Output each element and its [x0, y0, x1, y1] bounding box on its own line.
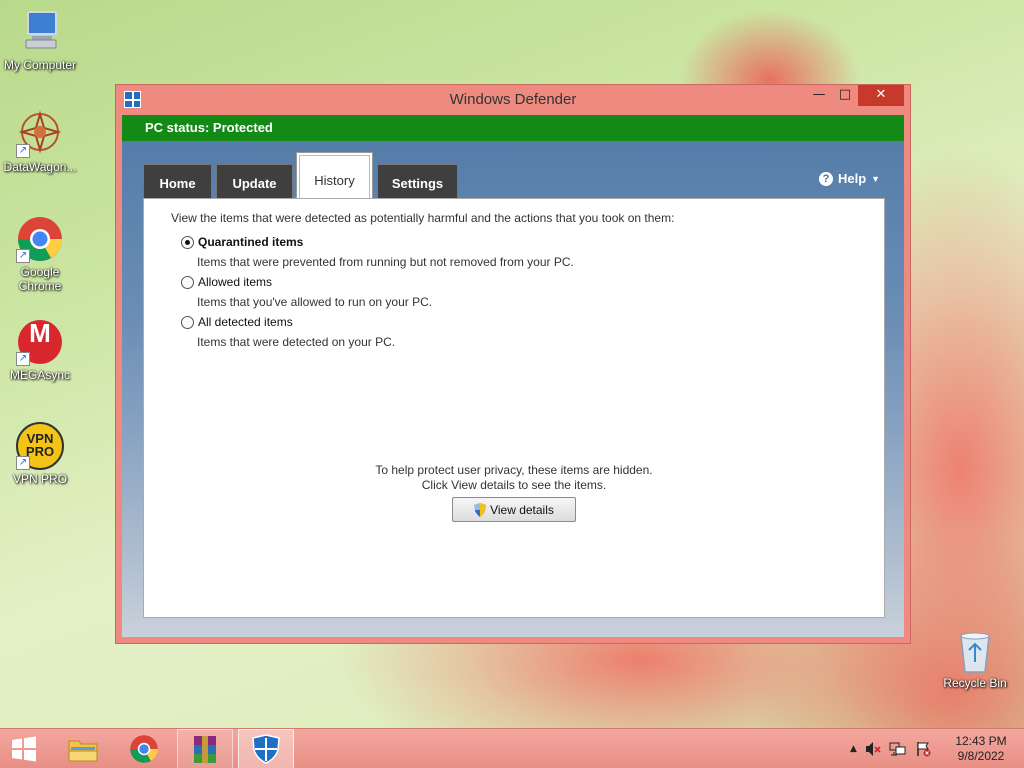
- file-explorer-icon: [68, 740, 98, 762]
- clock-date: 9/8/2022: [957, 749, 1005, 763]
- radio-label: Allowed items: [198, 275, 273, 289]
- computer-icon: [16, 8, 64, 56]
- close-button[interactable]: ✕: [858, 85, 904, 106]
- taskbar: ▲ 12:43 PM 9/8/2022: [0, 728, 1024, 768]
- desktop-icon-label: DataWagon...: [3, 160, 77, 174]
- shortcut-arrow-icon: ↗: [16, 456, 30, 470]
- action-center-flag-icon[interactable]: [915, 741, 931, 757]
- tab-update[interactable]: Update: [216, 164, 293, 199]
- shortcut-arrow-icon: ↗: [16, 352, 30, 366]
- desktop-icon-label: Recycle Bin: [943, 676, 1007, 690]
- radio-button-checked[interactable]: [181, 235, 194, 249]
- help-icon: ?: [819, 171, 833, 186]
- view-details-label: View details: [490, 502, 554, 517]
- volume-muted-icon[interactable]: [865, 741, 881, 757]
- desktop-icon-my-computer[interactable]: My Computer: [0, 8, 80, 72]
- desktop-icon-label: MEGAsync: [9, 368, 70, 382]
- pc-status-bar: PC status: Protected: [122, 115, 904, 141]
- window-title: Windows Defender: [449, 91, 577, 108]
- clock-time: 12:43 PM: [955, 734, 1007, 748]
- radio-description: Items that were prevented from running b…: [197, 255, 574, 269]
- help-menu[interactable]: ? Help ▼: [819, 171, 880, 186]
- windows-defender-window: Windows Defender — □ ✕ PC status: Protec…: [115, 84, 911, 644]
- windows-defender-icon: [252, 734, 280, 764]
- help-label: Help: [838, 171, 867, 186]
- chrome-icon: [130, 735, 158, 763]
- start-icon: [12, 736, 36, 762]
- vpn-badge: VPN PRO: [25, 431, 55, 459]
- datawagon-icon: ↗: [16, 110, 64, 158]
- radio-all-detected-items[interactable]: All detected items: [181, 315, 293, 329]
- desktop-icon-megasync[interactable]: M ↗ MEGAsync: [0, 318, 80, 382]
- chrome-icon: ↗: [16, 215, 64, 263]
- mega-glyph: M: [29, 318, 51, 348]
- mega-icon: M ↗: [16, 318, 64, 366]
- shortcut-arrow-icon: ↗: [16, 144, 30, 158]
- network-icon[interactable]: [889, 741, 907, 757]
- radio-allowed-items[interactable]: Allowed items: [181, 275, 272, 289]
- content-area: Home Update History Settings ? Help ▼ Vi…: [122, 141, 904, 637]
- radio-button[interactable]: [181, 275, 194, 289]
- chevron-down-icon: ▼: [871, 173, 881, 184]
- history-panel: View the items that were detected as pot…: [143, 198, 885, 618]
- show-hidden-icons-button[interactable]: ▲: [850, 744, 857, 754]
- tab-history[interactable]: History: [296, 152, 373, 199]
- radio-button[interactable]: [181, 315, 194, 329]
- desktop-icon-label: VPN PRO: [12, 472, 67, 486]
- system-tray: ▲: [850, 729, 931, 768]
- desktop-icon-recycle-bin[interactable]: Recycle Bin: [935, 630, 1015, 690]
- minimize-button[interactable]: —: [806, 85, 832, 106]
- start-button[interactable]: [0, 729, 48, 768]
- window-client: PC status: Protected Home Update History…: [122, 115, 904, 637]
- taskbar-winrar[interactable]: [177, 729, 233, 768]
- recycle-bin-icon: [955, 630, 995, 674]
- radio-quarantined-items[interactable]: Quarantined items: [181, 235, 303, 249]
- history-intro-text: View the items that were detected as pot…: [171, 211, 675, 225]
- desktop-icon-google-chrome[interactable]: ↗ Google Chrome: [0, 215, 80, 293]
- tab-settings[interactable]: Settings: [377, 164, 458, 199]
- privacy-notice-line2: Click View details to see the items.: [421, 478, 607, 492]
- system-clock[interactable]: 12:43 PM 9/8/2022: [950, 734, 1012, 764]
- desktop-icon-label: Google Chrome: [18, 265, 62, 293]
- radio-description: Items that were detected on your PC.: [197, 335, 396, 349]
- radio-label: Quarantined items: [198, 235, 304, 249]
- radio-label: All detected items: [198, 315, 293, 329]
- radio-description: Items that you've allowed to run on your…: [197, 295, 433, 309]
- view-details-button[interactable]: View details: [452, 497, 576, 522]
- vpn-pro-icon: VPN PRO ↗: [16, 422, 64, 470]
- desktop-icon-vpn-pro[interactable]: VPN PRO ↗ VPN PRO: [0, 422, 80, 486]
- privacy-notice-line1: To help protect user privacy, these item…: [375, 463, 653, 477]
- desktop-icon-label: My Computer: [3, 58, 77, 72]
- maximize-button[interactable]: □: [832, 85, 858, 106]
- taskbar-windows-defender[interactable]: [238, 729, 294, 768]
- title-bar[interactable]: Windows Defender — □ ✕: [116, 85, 910, 115]
- shortcut-arrow-icon: ↗: [16, 249, 30, 263]
- desktop-icon-datawagon[interactable]: ↗ DataWagon...: [0, 110, 80, 174]
- taskbar-file-explorer[interactable]: [55, 729, 111, 768]
- taskbar-chrome[interactable]: [116, 729, 172, 768]
- tab-history-label: History: [314, 173, 355, 188]
- uac-shield-icon: [474, 502, 487, 517]
- tab-home[interactable]: Home: [143, 164, 212, 199]
- winrar-icon: [194, 736, 216, 763]
